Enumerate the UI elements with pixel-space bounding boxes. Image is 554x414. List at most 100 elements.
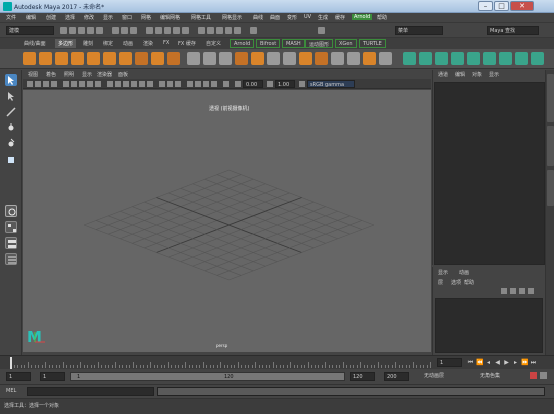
layer-move-down-icon[interactable] xyxy=(510,288,516,294)
menu-curves[interactable]: 曲线 xyxy=(253,14,263,21)
render-settings-icon[interactable] xyxy=(225,27,232,34)
insert-edge-loop-icon[interactable] xyxy=(363,52,376,65)
shelf-tab-rendering[interactable]: 渲染 xyxy=(140,39,156,48)
gamma-icon[interactable] xyxy=(267,81,273,87)
snap-grid-icon[interactable] xyxy=(146,27,153,34)
poly-disc-icon[interactable] xyxy=(119,52,132,65)
cylindrical-map-icon[interactable] xyxy=(451,52,464,65)
multi-cut-icon[interactable] xyxy=(331,52,344,65)
vp-menu-show[interactable]: 显示 xyxy=(82,71,92,78)
anti-alias-icon[interactable] xyxy=(203,81,209,87)
menu-cache[interactable]: 缓存 xyxy=(335,14,345,21)
sign-in-icon[interactable] xyxy=(318,27,325,34)
poly-cube-icon[interactable] xyxy=(39,52,52,65)
menu-uv[interactable]: UV xyxy=(304,14,311,20)
shelf-tab-rigging[interactable]: 绑定 xyxy=(100,39,116,48)
planar-map-icon[interactable] xyxy=(419,52,432,65)
mirror-icon[interactable] xyxy=(251,52,264,65)
layer-menu-layers[interactable]: 层 xyxy=(438,279,443,286)
select-component-icon[interactable] xyxy=(130,27,137,34)
scale-icon[interactable] xyxy=(5,154,17,166)
menu-generate[interactable]: 生成 xyxy=(318,14,328,21)
tab-channel-box[interactable] xyxy=(547,74,554,122)
playback-end-field[interactable]: 120 xyxy=(350,372,375,381)
layer-tab-animation[interactable]: 动画 xyxy=(459,269,469,276)
anim-layer-dropdown[interactable]: 无动画层 xyxy=(422,372,470,381)
target-weld-icon[interactable] xyxy=(347,52,360,65)
vp-menu-shading[interactable]: 着色 xyxy=(46,71,56,78)
menu-file[interactable]: 文件 xyxy=(6,14,16,21)
paint-select-icon[interactable] xyxy=(5,106,17,118)
camera-select-icon[interactable] xyxy=(27,81,33,87)
svg-icon[interactable] xyxy=(167,52,180,65)
wireframe-icon[interactable] xyxy=(107,81,113,87)
animation-start-field[interactable]: 1 xyxy=(6,372,31,381)
xray-icon[interactable] xyxy=(159,81,165,87)
render-icon[interactable] xyxy=(207,27,214,34)
poly-torus-icon[interactable] xyxy=(87,52,100,65)
uv-editor-icon[interactable] xyxy=(403,52,416,65)
channel-box-panel[interactable] xyxy=(434,82,545,265)
menu-edit-mesh[interactable]: 编辑网格 xyxy=(160,14,180,21)
undo-icon[interactable] xyxy=(87,27,94,34)
channel-tab-channels[interactable]: 通道 xyxy=(438,71,448,78)
menu-mesh-display[interactable]: 网格显示 xyxy=(222,14,242,21)
menu-deform[interactable]: 变形 xyxy=(287,14,297,21)
shelf-tab-mash[interactable]: MASH xyxy=(282,39,305,48)
auto-key-icon[interactable] xyxy=(530,372,537,379)
channel-tab-edit[interactable]: 编辑 xyxy=(455,71,465,78)
lasso-icon[interactable] xyxy=(5,90,17,102)
open-scene-icon[interactable] xyxy=(69,27,76,34)
vp-menu-lighting[interactable]: 照明 xyxy=(64,71,74,78)
layer-list[interactable] xyxy=(435,298,543,353)
shelf-tab-xgen[interactable]: XGen xyxy=(335,39,357,48)
ipr-icon[interactable] xyxy=(216,27,223,34)
exposure-icon[interactable] xyxy=(235,81,241,87)
tab-modeling-toolkit[interactable] xyxy=(547,170,554,206)
search-dropdown[interactable]: 菜单 xyxy=(395,26,443,35)
menu-surfaces[interactable]: 曲面 xyxy=(270,14,280,21)
menu-create[interactable]: 创建 xyxy=(46,14,56,21)
shelf-tab-motion-graphics[interactable]: 运动图形 xyxy=(305,39,334,48)
snap-live-icon[interactable] xyxy=(182,27,189,34)
shelf-tab-custom[interactable]: 自定义 xyxy=(203,39,224,48)
vp-menu-renderer[interactable]: 渲染器 xyxy=(97,71,112,78)
lighting-icon[interactable] xyxy=(139,81,145,87)
vp-menu-view[interactable]: 视图 xyxy=(28,71,38,78)
play-forward-icon[interactable]: ▶ xyxy=(503,359,510,366)
minimize-button[interactable]: – xyxy=(478,1,493,11)
step-back-frame-icon[interactable]: ◂ xyxy=(485,359,492,366)
shelf-tab-fx[interactable]: FX xyxy=(160,39,172,48)
menu-display[interactable]: 显示 xyxy=(103,14,113,21)
new-layer-selected-icon[interactable] xyxy=(528,288,534,294)
menu-mesh[interactable]: 网格 xyxy=(141,14,151,21)
motion-blur-icon[interactable] xyxy=(195,81,201,87)
single-view-layout-icon[interactable] xyxy=(5,205,17,217)
outliner-layout-icon[interactable] xyxy=(5,253,17,265)
layer-tab-display[interactable]: 显示 xyxy=(438,269,448,276)
layer-menu-options[interactable]: 选项 xyxy=(451,279,461,286)
vp-menu-panels[interactable]: 面板 xyxy=(118,71,128,78)
menu-mesh-tools[interactable]: 网格工具 xyxy=(191,14,211,21)
shelf-tab-turtle[interactable]: TURTLE xyxy=(359,39,386,48)
cut-uv-icon[interactable] xyxy=(515,52,528,65)
textured-icon[interactable] xyxy=(131,81,137,87)
gamma-field[interactable]: 1.00 xyxy=(275,80,295,88)
layout-uv-icon[interactable] xyxy=(499,52,512,65)
mode-dropdown[interactable]: 建模 xyxy=(6,26,54,35)
shelf-tab-animation[interactable]: 动画 xyxy=(120,39,136,48)
close-button[interactable]: ✕ xyxy=(510,1,534,11)
smooth-shade-icon[interactable] xyxy=(115,81,121,87)
wireframe-on-shaded-icon[interactable] xyxy=(123,81,129,87)
step-forward-key-icon[interactable]: ⏩ xyxy=(521,359,528,366)
save-scene-icon[interactable] xyxy=(78,27,85,34)
poly-platonic-icon[interactable] xyxy=(135,52,148,65)
menu-arnold[interactable]: Arnold xyxy=(352,14,373,20)
poly-type-icon[interactable] xyxy=(151,52,164,65)
tab-attribute-editor[interactable] xyxy=(547,126,554,166)
image-plane-icon[interactable] xyxy=(51,81,57,87)
go-to-start-icon[interactable]: ⏮ xyxy=(467,359,474,366)
shelf-tab-arnold[interactable]: Arnold xyxy=(230,39,255,48)
resolution-gate-icon[interactable] xyxy=(79,81,85,87)
snap-point-icon[interactable] xyxy=(164,27,171,34)
